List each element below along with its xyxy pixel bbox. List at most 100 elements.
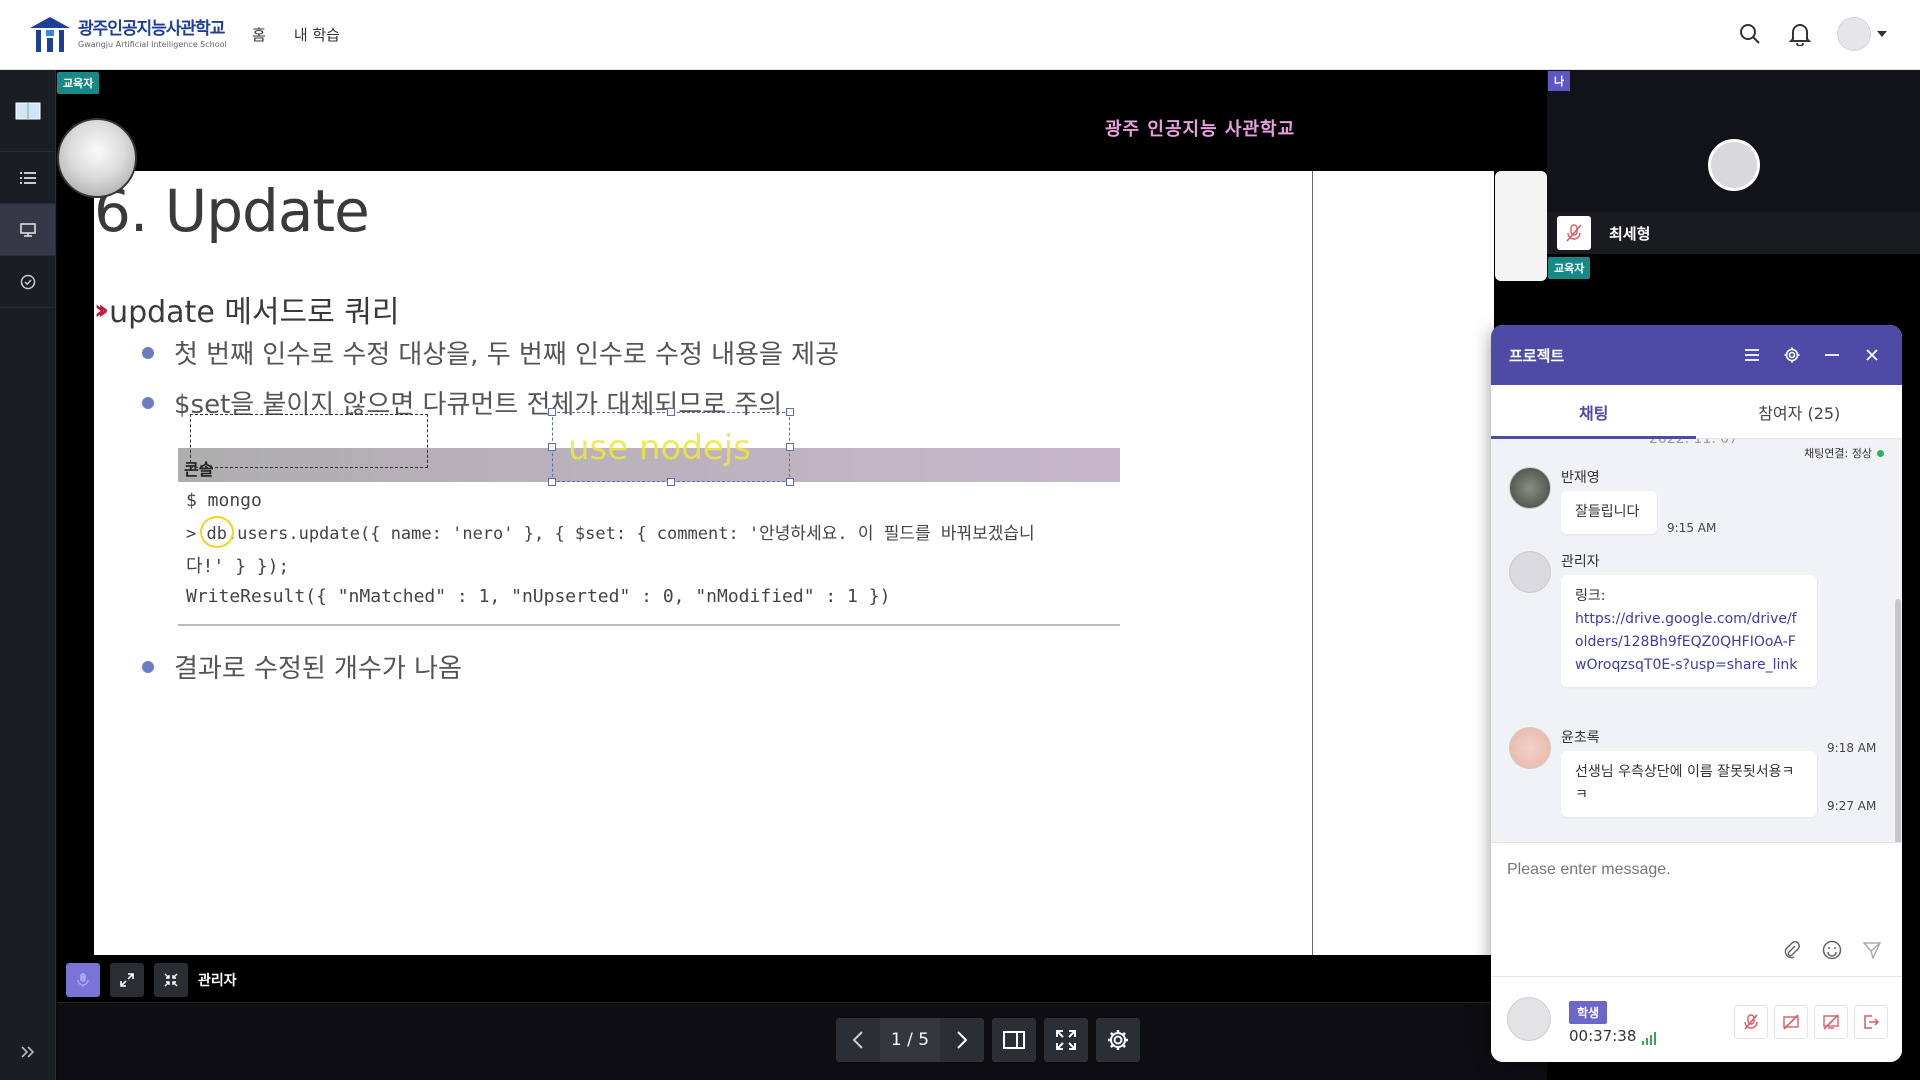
avatar bbox=[1509, 727, 1551, 769]
list-icon bbox=[19, 171, 36, 184]
slide-bullet: 결과로 수정된 개수가 나옴 bbox=[142, 648, 462, 685]
my-status-bar: 학생 00:37:38 bbox=[1491, 976, 1902, 1062]
fit-button[interactable] bbox=[154, 963, 188, 997]
check-circle-icon bbox=[20, 274, 35, 289]
avatar bbox=[1507, 997, 1551, 1041]
nav-home[interactable]: 홈 bbox=[252, 24, 266, 45]
stage-banner: 광주 인공지능 사관학교 bbox=[1105, 119, 1296, 140]
fullscreen-icon bbox=[1056, 1030, 1076, 1050]
bell-icon[interactable] bbox=[1784, 18, 1816, 50]
slide-pager: 1 / 5 bbox=[836, 1018, 1140, 1062]
message-bubble: 링크: https://drive.google.com/drive/folde… bbox=[1561, 575, 1817, 687]
message-time: 9:27 AM bbox=[1827, 799, 1877, 813]
scrollbar[interactable] bbox=[1895, 599, 1901, 842]
resize-handle[interactable] bbox=[548, 443, 556, 451]
my-media-controls bbox=[1728, 1005, 1888, 1039]
chat-header: 프로젝트 bbox=[1491, 325, 1902, 385]
gear-icon[interactable] bbox=[1780, 343, 1804, 367]
search-icon[interactable] bbox=[1734, 18, 1766, 50]
mic-off-icon bbox=[1744, 1014, 1758, 1030]
chevron-right-icon bbox=[957, 1031, 967, 1049]
expand-button[interactable] bbox=[110, 963, 144, 997]
tab-chat[interactable]: 채팅 bbox=[1491, 385, 1697, 438]
bullet-text: 결과로 수정된 개수가 나옴 bbox=[174, 654, 462, 684]
resize-handle[interactable] bbox=[548, 478, 556, 486]
profile-menu[interactable] bbox=[1834, 17, 1890, 51]
header-actions bbox=[1716, 17, 1890, 51]
signal-icon bbox=[1642, 1032, 1658, 1045]
resize-handle[interactable] bbox=[786, 443, 794, 451]
message-list[interactable]: 2022. 11. 07 채팅연결: 정상 반재영 잘들립니다 9:15 AM … bbox=[1491, 439, 1902, 842]
my-avatar bbox=[1708, 139, 1760, 191]
code-line: $ mongo bbox=[186, 490, 262, 511]
rail-presentation[interactable] bbox=[0, 204, 55, 256]
emoji-icon[interactable] bbox=[1818, 936, 1846, 964]
slide-heading-text: update 메서드로 쿼리 bbox=[109, 295, 400, 330]
split-view-icon bbox=[1003, 1031, 1025, 1049]
code-separator bbox=[178, 624, 1120, 626]
monitor-icon bbox=[19, 222, 36, 237]
page-indicator: 1 / 5 bbox=[880, 1018, 940, 1062]
book-icon bbox=[15, 102, 40, 119]
rail-book[interactable] bbox=[0, 70, 55, 152]
chevron-down-icon bbox=[1877, 31, 1887, 37]
next-slide-button[interactable] bbox=[940, 1018, 984, 1062]
presenter-avatar bbox=[57, 118, 137, 198]
resize-handle[interactable] bbox=[548, 408, 556, 416]
nav-my-learning[interactable]: 내 학습 bbox=[294, 24, 340, 45]
paperclip-icon[interactable] bbox=[1778, 936, 1806, 964]
message-link[interactable]: https://drive.google.com/drive/folders/1… bbox=[1575, 608, 1803, 677]
mic-off-button[interactable] bbox=[1734, 1005, 1768, 1039]
logo-subtitle: Gwangju Artificial Intelligence School bbox=[78, 40, 227, 49]
resize-handle[interactable] bbox=[786, 478, 794, 486]
bullet-dot bbox=[142, 660, 154, 673]
chat-panel: 프로젝트 채팅 참여자 (25) 2022. 11. 07 채팅연결: 정상 반… bbox=[1491, 325, 1902, 1062]
code-line: WriteResult({ "nMatched" : 1, "nUpserted… bbox=[186, 586, 891, 607]
annotation-text: use nodejs bbox=[568, 428, 751, 468]
chevron-right-icon: ›› bbox=[94, 292, 109, 326]
avatar bbox=[1509, 467, 1551, 509]
resize-handle[interactable] bbox=[667, 408, 675, 416]
presenter-name: 관리자 bbox=[198, 973, 237, 989]
main-nav: 홈 내 학습 bbox=[252, 24, 368, 45]
tab-participants[interactable]: 참여자 (25) bbox=[1697, 385, 1903, 438]
mic-muted-icon[interactable] bbox=[1557, 216, 1591, 250]
message-text: 링크: bbox=[1575, 588, 1606, 604]
screen-share-off-button[interactable] bbox=[1814, 1005, 1848, 1039]
logo-icon bbox=[30, 17, 70, 52]
school-logo[interactable]: 광주인공지능사관학교 Gwangju Artificial Intelligen… bbox=[26, 14, 227, 56]
fullscreen-button[interactable] bbox=[1044, 1018, 1088, 1062]
annotation-box bbox=[190, 414, 428, 468]
double-chevron-right-icon bbox=[21, 1046, 35, 1058]
chat-title: 프로젝트 bbox=[1509, 346, 1565, 365]
menu-icon[interactable] bbox=[1740, 343, 1764, 367]
mic-button[interactable] bbox=[66, 963, 100, 997]
minimize-icon[interactable] bbox=[1820, 343, 1844, 367]
message-time: 9:18 AM bbox=[1827, 741, 1877, 755]
close-icon[interactable] bbox=[1860, 343, 1884, 367]
resize-handle[interactable] bbox=[667, 478, 675, 486]
left-rail bbox=[0, 70, 56, 1080]
connection-status: 채팅연결: 정상 bbox=[1804, 445, 1884, 461]
elapsed-time: 00:37:38 bbox=[1569, 1027, 1658, 1045]
date-separator: 2022. 11. 07 bbox=[1649, 439, 1739, 447]
prev-slide-button[interactable] bbox=[836, 1018, 880, 1062]
elapsed-time-value: 00:37:38 bbox=[1569, 1027, 1637, 1045]
message-input[interactable] bbox=[1507, 855, 1877, 885]
settings-button[interactable] bbox=[1096, 1018, 1140, 1062]
expand-rail-button[interactable] bbox=[0, 1032, 56, 1072]
leave-button[interactable] bbox=[1854, 1005, 1888, 1039]
send-icon[interactable] bbox=[1858, 936, 1886, 964]
resize-handle[interactable] bbox=[786, 408, 794, 416]
my-name-row: 최세형 bbox=[1547, 212, 1920, 254]
avatar bbox=[1837, 17, 1871, 51]
me-tag: 나 bbox=[1548, 71, 1571, 91]
camera-off-button[interactable] bbox=[1774, 1005, 1808, 1039]
layout-button[interactable] bbox=[992, 1018, 1036, 1062]
expand-icon bbox=[120, 973, 134, 987]
mic-icon bbox=[77, 973, 89, 987]
message-bubble: 선생님 우측상단에 이름 잘못됫서용ㅋㅋ bbox=[1561, 751, 1817, 817]
rail-list[interactable] bbox=[0, 152, 55, 204]
rail-check[interactable] bbox=[0, 256, 55, 308]
message-author: 관리자 bbox=[1561, 554, 1600, 570]
